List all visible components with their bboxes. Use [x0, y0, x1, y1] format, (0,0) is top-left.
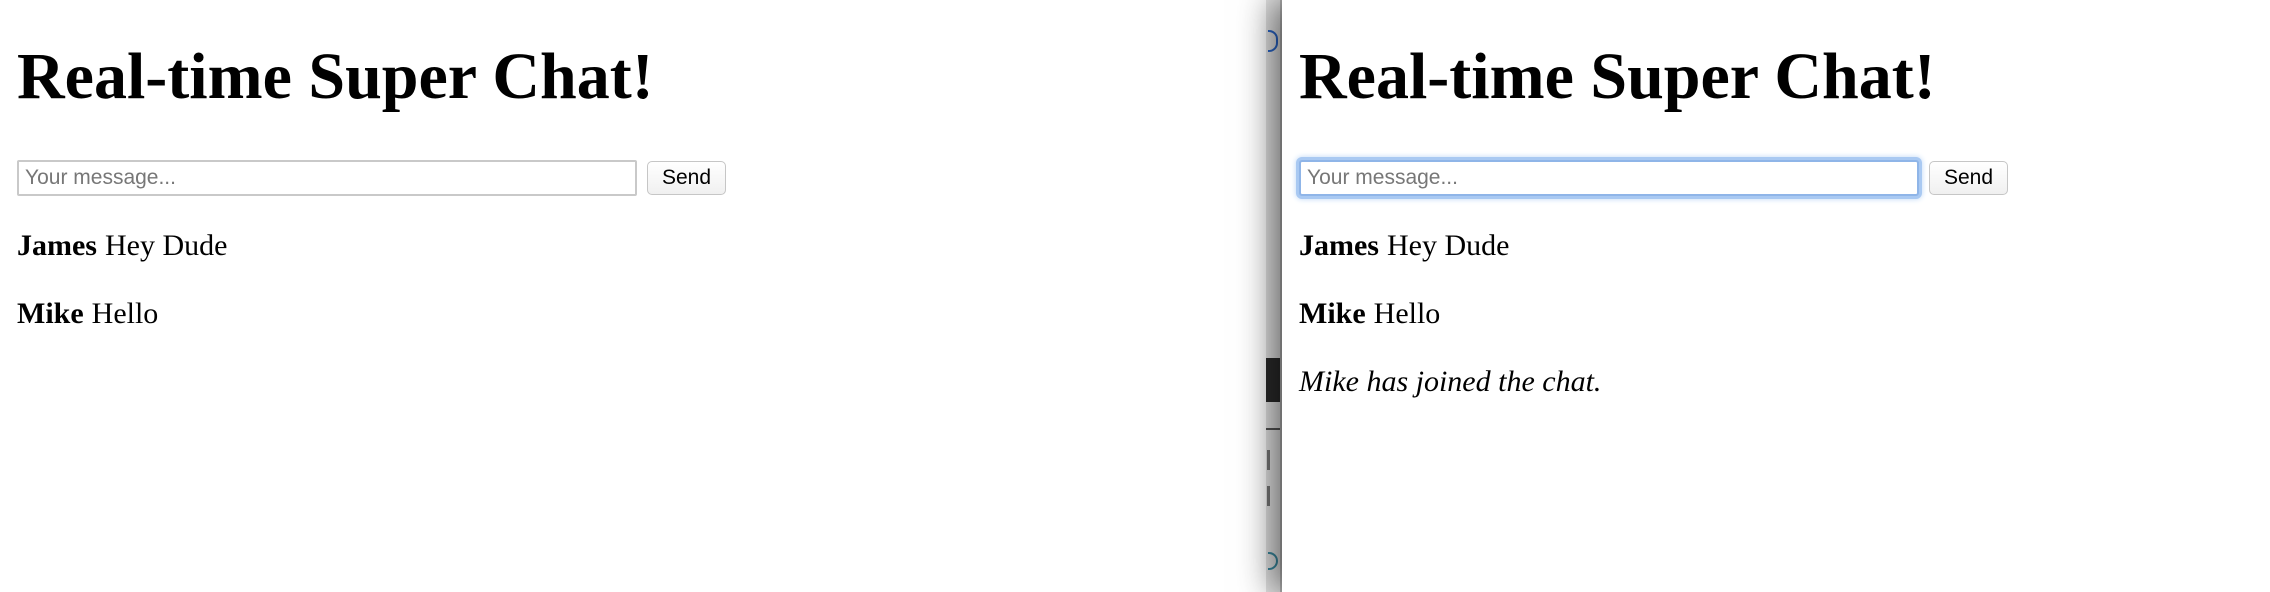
message-list: James Hey Dude Mike Hello	[17, 226, 227, 362]
system-message: Mike has joined the chat.	[1299, 362, 1601, 430]
desktop-screen: Real-time Super Chat! Send JamesHey Dude…	[0, 0, 2270, 592]
message-input[interactable]	[17, 160, 637, 196]
chat-window-left: Real-time Super Chat! Send JamesHey Dude…	[0, 0, 1266, 592]
partial-icon	[1268, 552, 1278, 570]
message-form: Send	[1299, 158, 2009, 198]
message-form: Send	[17, 158, 727, 198]
page-title: Real-time Super Chat!	[17, 40, 654, 113]
message-input[interactable]	[1299, 160, 1919, 196]
partial-icon	[1268, 30, 1278, 52]
message-author: James	[17, 229, 97, 262]
message-text: Hey Dude	[104, 229, 228, 262]
message-item: Mike Hello	[1299, 294, 1601, 362]
message-item: James Hey Dude	[1299, 226, 1601, 294]
page-title: Real-time Super Chat!	[1299, 40, 1936, 113]
message-list: James Hey Dude Mike Hello Mike has joined …	[1299, 226, 1601, 430]
message-text: Hey Dude	[1386, 229, 1510, 262]
message-text: Hello	[1373, 297, 1441, 330]
message-item: James Hey Dude	[17, 226, 227, 294]
background-window-edge	[1266, 0, 1282, 592]
message-author: James	[1299, 229, 1379, 262]
send-button[interactable]: Send	[1929, 161, 2009, 195]
background-text-fragment	[1267, 450, 1270, 470]
chat-window-right: Real-time Super Chat! Send JamesHey Dude…	[1282, 0, 2270, 592]
send-button[interactable]: Send	[647, 161, 727, 195]
system-message-text: Mike has joined the chat.	[1299, 365, 1602, 398]
message-author: Mike	[1299, 297, 1366, 330]
background-window-toolbar	[1266, 358, 1280, 402]
message-text: Hello	[91, 297, 159, 330]
background-text-fragment	[1266, 428, 1280, 430]
message-author: Mike	[17, 297, 84, 330]
background-text-fragment	[1267, 486, 1270, 506]
message-item: Mike Hello	[17, 294, 227, 362]
